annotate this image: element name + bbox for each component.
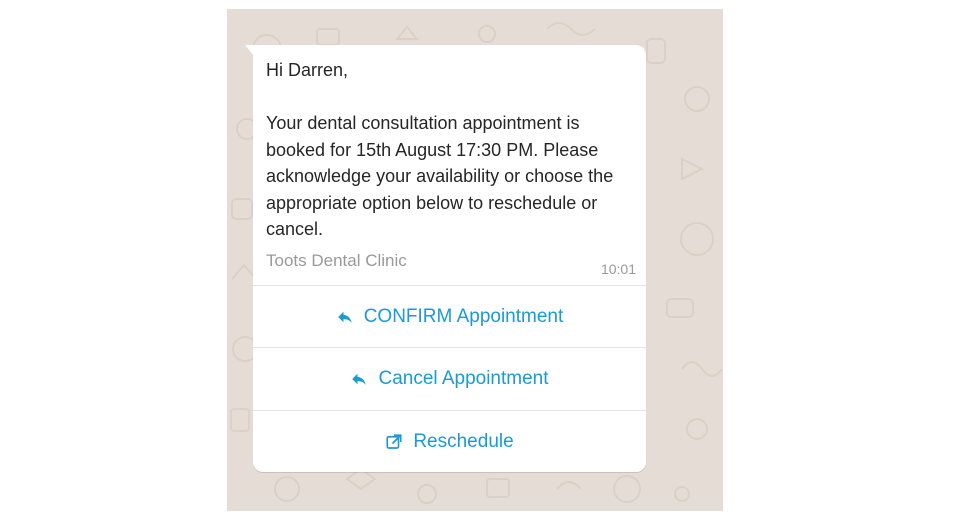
reschedule-button[interactable]: Reschedule (253, 410, 646, 473)
message-text: Hi Darren, Your dental consultation appo… (266, 57, 631, 243)
message-bubble: Hi Darren, Your dental consultation appo… (253, 45, 646, 472)
reply-icon (336, 308, 354, 326)
message-body: Your dental consultation appointment is … (266, 113, 614, 239)
confirm-appointment-label: CONFIRM Appointment (363, 306, 564, 327)
reply-icon (350, 370, 368, 388)
message-timestamp: 10:01 (600, 261, 636, 277)
reschedule-label: Reschedule (413, 431, 514, 452)
message-footer: Toots Dental Clinic (266, 251, 407, 270)
external-link-icon (385, 433, 403, 451)
confirm-appointment-button[interactable]: CONFIRM Appointment (253, 285, 646, 348)
message-greeting: Hi Darren, (266, 60, 349, 80)
cancel-appointment-button[interactable]: Cancel Appointment (253, 347, 646, 410)
cancel-appointment-label: Cancel Appointment (378, 368, 549, 389)
